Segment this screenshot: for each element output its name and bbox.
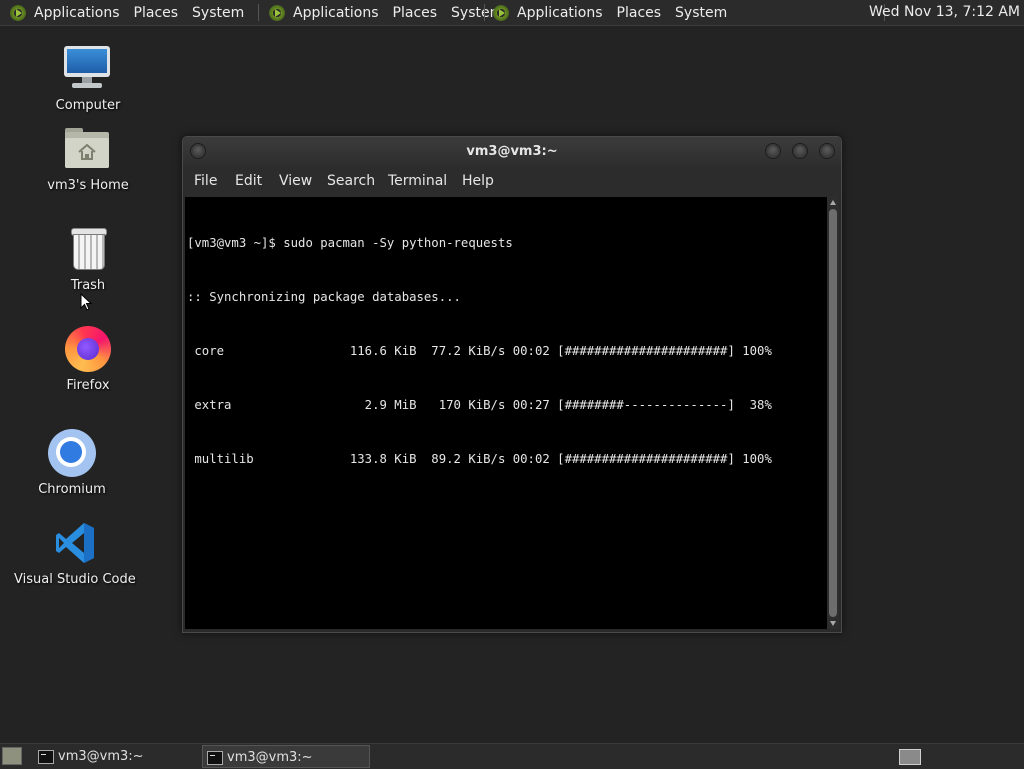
taskbar-button-label: vm3@vm3:~ [58, 749, 144, 764]
scroll-thumb[interactable] [829, 209, 837, 617]
chromium-icon [47, 428, 97, 478]
applications-menu[interactable]: Applications [293, 5, 379, 21]
applications-menu[interactable]: Applications [517, 5, 603, 21]
clock[interactable]: Wed Nov 13, 7:12 AM [869, 0, 1020, 25]
desktop-icon-firefox[interactable]: Firefox [28, 324, 148, 393]
minimize-button[interactable] [765, 143, 781, 159]
applications-menu[interactable]: Applications [34, 5, 120, 21]
desktop-icon-label: Firefox [66, 378, 110, 393]
menu-edit[interactable]: Edit [235, 165, 262, 198]
desktop-icon-label: Computer [55, 98, 121, 113]
desktop-icon-chromium[interactable]: Chromium [12, 428, 132, 497]
terminal-line-command: [vm3@vm3 ~]$ sudo pacman -Sy python-requ… [187, 236, 513, 250]
top-panel: Applications Places System Applications … [0, 0, 1024, 26]
terminal-icon [38, 750, 54, 764]
scroll-down-arrow-icon[interactable] [830, 621, 836, 626]
system-menu[interactable]: System [675, 5, 727, 21]
desktop-icon-label: Chromium [38, 482, 106, 497]
desktop-icon-label: vm3's Home [47, 178, 129, 193]
window-title: vm3@vm3:~ [466, 144, 558, 159]
bottom-panel: vm3@vm3:~ vm3@vm3:~ [0, 743, 1024, 769]
menu-group-1: Applications Places System [10, 0, 258, 25]
places-menu[interactable]: Places [393, 5, 438, 21]
terminal-icon [207, 751, 223, 765]
terminal-line-extra: extra 2.9 MiB 170 KiB/s 00:27 [########-… [187, 398, 772, 412]
distro-logo-icon [493, 4, 509, 21]
terminal-menubar: File Edit View Search Terminal Help [183, 165, 841, 197]
terminal-line-sync: :: Synchronizing package databases... [187, 290, 461, 304]
distro-logo-icon [10, 4, 26, 21]
mouse-pointer-icon [80, 293, 92, 311]
firefox-icon [63, 324, 113, 374]
distro-logo-icon [269, 4, 285, 21]
home-folder-icon [63, 124, 113, 174]
menu-view[interactable]: View [279, 165, 312, 198]
taskbar-button-terminal-1[interactable]: vm3@vm3:~ [34, 745, 198, 768]
menu-file[interactable]: File [194, 165, 217, 198]
desktop-icon-vscode[interactable]: Visual Studio Code [14, 518, 136, 587]
computer-icon [63, 44, 113, 94]
menu-help[interactable]: Help [462, 165, 494, 198]
places-menu[interactable]: Places [617, 5, 662, 21]
system-menu[interactable]: System [192, 5, 244, 21]
terminal-scrollbar[interactable] [827, 197, 839, 629]
desktop-icon-label: Visual Studio Code [14, 572, 136, 587]
show-desktop-icon[interactable] [2, 747, 22, 765]
panel-separator [484, 4, 485, 21]
desktop-icon-trash[interactable]: Trash [28, 224, 148, 293]
workspace-switcher[interactable] [899, 749, 921, 765]
menu-group-3: Applications Places System [493, 0, 741, 25]
terminal-window[interactable]: vm3@vm3:~ File Edit View Search Terminal… [182, 136, 842, 633]
menu-terminal[interactable]: Terminal [388, 165, 447, 198]
desktop-icon-computer[interactable]: Computer [28, 44, 148, 113]
trash-icon [63, 224, 113, 274]
menu-search[interactable]: Search [327, 165, 375, 198]
window-titlebar[interactable]: vm3@vm3:~ [183, 137, 841, 165]
menu-group-2: Applications Places System [269, 0, 517, 25]
desktop-icon-label: Trash [70, 278, 106, 293]
panel-separator [258, 4, 259, 21]
close-button[interactable] [819, 143, 835, 159]
scroll-up-arrow-icon[interactable] [830, 200, 836, 205]
vscode-icon [49, 518, 99, 568]
desktop-icon-home[interactable]: vm3's Home [28, 124, 148, 193]
taskbar-button-terminal-2[interactable]: vm3@vm3:~ [202, 745, 370, 768]
places-menu[interactable]: Places [134, 5, 179, 21]
terminal-line-multilib: multilib 133.8 KiB 89.2 KiB/s 00:02 [###… [187, 452, 772, 466]
terminal-line-core: core 116.6 KiB 77.2 KiB/s 00:02 [#######… [187, 344, 772, 358]
maximize-button[interactable] [792, 143, 808, 159]
terminal-output[interactable]: [vm3@vm3 ~]$ sudo pacman -Sy python-requ… [185, 197, 827, 629]
taskbar-button-label: vm3@vm3:~ [227, 750, 313, 765]
